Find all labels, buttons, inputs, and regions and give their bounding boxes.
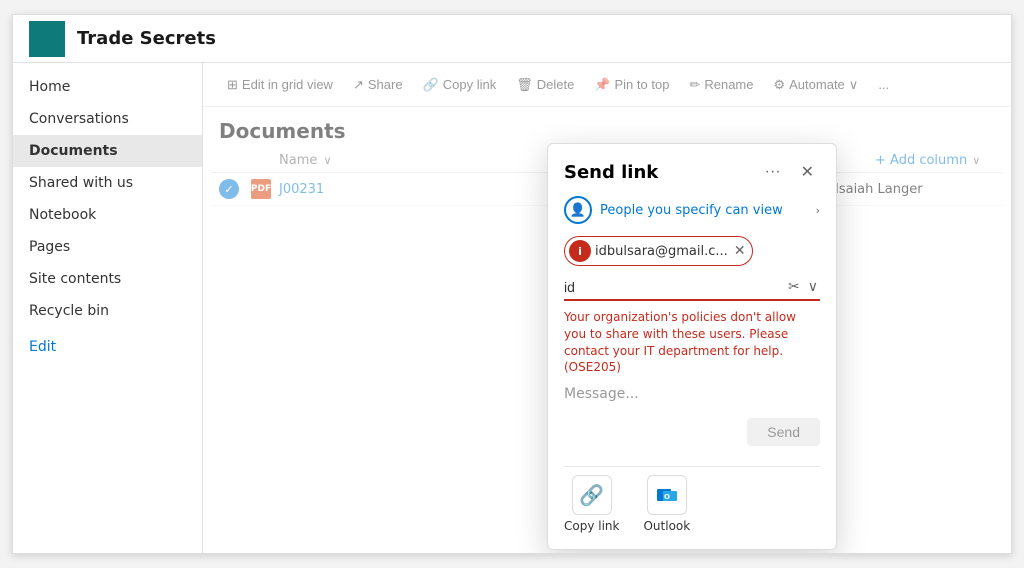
app-logo [29,21,65,57]
copy-link-label: Copy link [564,519,619,533]
sidebar-item-recycle-bin[interactable]: Recycle bin [13,295,202,327]
sidebar-item-edit[interactable]: Edit [13,331,202,363]
app-header: Trade Secrets [13,15,1011,63]
modal-header-actions: ··· ✕ [759,160,820,184]
sidebar-item-site-contents[interactable]: Site contents [13,263,202,295]
input-actions: ✂ ∨ [786,276,820,297]
people-chevron-icon: › [816,204,820,217]
modal-bottom-actions: 🔗 Copy link O Outlook [564,466,820,533]
outlook-label: Outlook [643,519,690,533]
people-icon: 👤 [564,196,592,224]
recipient-email: idbulsara@gmail.c... [595,244,728,259]
app-frame: Trade Secrets Home Conversations Documen… [12,14,1012,554]
svg-text:O: O [664,493,670,501]
main-content: ⊞ Edit in grid view ↗ Share 🔗 Copy link … [203,63,1011,553]
send-button[interactable]: Send [747,418,820,446]
app-body: Home Conversations Documents Shared with… [13,63,1011,553]
sidebar-item-notebook[interactable]: Notebook [13,199,202,231]
message-input-placeholder[interactable]: Message... [564,386,820,402]
send-link-modal: Send link ··· ✕ 👤 People you specify can… [547,143,837,550]
recipient-avatar: i [569,240,591,262]
copy-link-icon: 🔗 [572,475,612,515]
error-message: Your organization's policies don't allow… [564,309,820,376]
sidebar-item-documents[interactable]: Documents [13,135,202,167]
modal-more-button[interactable]: ··· [759,161,787,183]
recipient-chip: i idbulsara@gmail.c... ✕ [564,236,753,266]
sidebar-item-home[interactable]: Home [13,71,202,103]
modal-header: Send link ··· ✕ [548,144,836,192]
copy-link-action[interactable]: 🔗 Copy link [564,475,619,533]
people-label: People you specify can view [600,203,808,218]
sidebar: Home Conversations Documents Shared with… [13,63,203,553]
outlook-icon: O [647,475,687,515]
recipient-remove-button[interactable]: ✕ [734,243,746,259]
scissors-icon-button[interactable]: ✂ [786,276,802,297]
sidebar-item-shared-with-us[interactable]: Shared with us [13,167,202,199]
send-button-container: Send [564,418,820,446]
modal-title: Send link [564,162,658,183]
modal-body: 👤 People you specify can view › i idbuls… [548,192,836,549]
app-title: Trade Secrets [77,28,216,49]
search-input[interactable] [564,279,786,295]
search-input-row: ✂ ∨ [564,276,820,301]
input-chevron-button[interactable]: ∨ [806,276,820,297]
sidebar-item-pages[interactable]: Pages [13,231,202,263]
people-can-view-row[interactable]: 👤 People you specify can view › [564,196,820,224]
outlook-action[interactable]: O Outlook [643,475,690,533]
sidebar-item-conversations[interactable]: Conversations [13,103,202,135]
modal-close-button[interactable]: ✕ [795,160,820,184]
